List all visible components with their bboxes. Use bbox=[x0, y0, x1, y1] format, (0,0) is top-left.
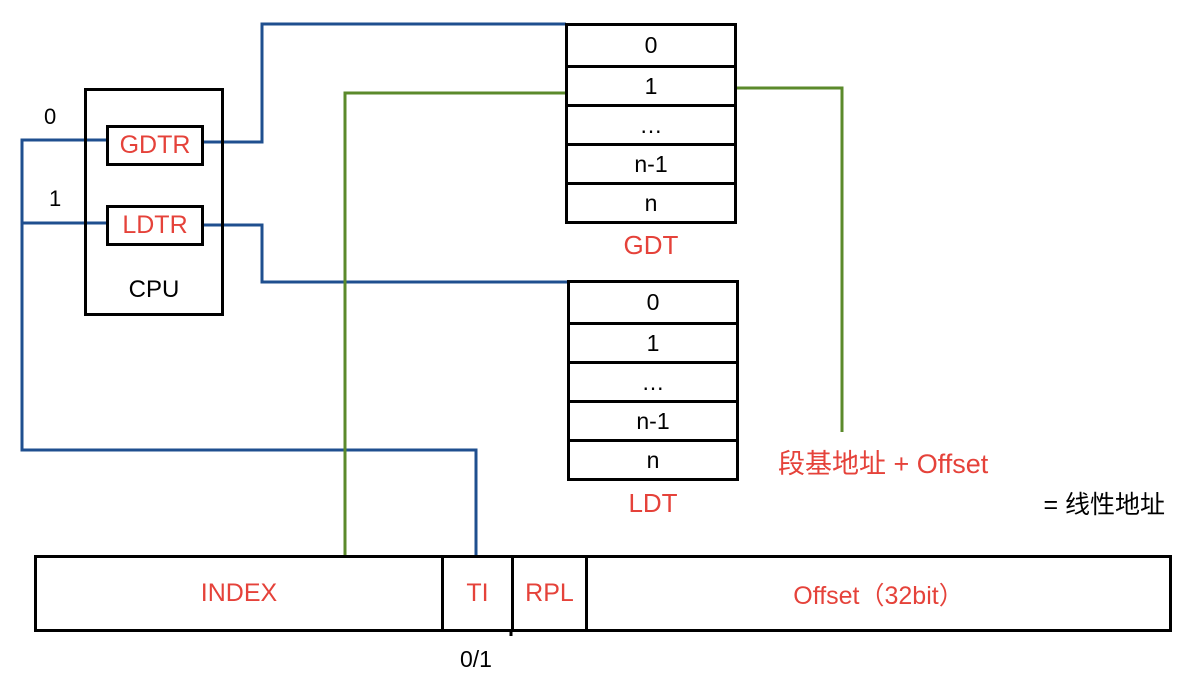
ldt-table: 0 1 … n-1 n bbox=[567, 280, 739, 481]
ldt-entry: n-1 bbox=[570, 400, 736, 439]
gdt-entry-to-address-line bbox=[736, 86, 844, 432]
gdt-entry: … bbox=[568, 104, 734, 143]
gdtr-select-value: 0 bbox=[44, 104, 57, 129]
ldt-entry: 1 bbox=[570, 322, 736, 361]
gdt-entry: 0 bbox=[644, 32, 658, 58]
segment-base-plus-offset-label: 段基地址 + Offset bbox=[778, 449, 989, 479]
gdtr-register: GDTR bbox=[106, 125, 204, 166]
offset-field: Offset（32bit） bbox=[585, 558, 1169, 629]
gdt-entry: n-1 bbox=[568, 143, 734, 182]
ldtr-to-ldt-line bbox=[203, 223, 568, 284]
index-to-gdt-entry-line bbox=[343, 91, 566, 556]
gdtr-to-gdt-line bbox=[203, 22, 566, 144]
ti-values-label: 0/1 bbox=[460, 645, 492, 672]
gdt-entry: 1 bbox=[568, 65, 734, 104]
ti-field: TI bbox=[441, 558, 511, 629]
ldtr-register: LDTR bbox=[106, 205, 204, 246]
gdt-label: GDT bbox=[623, 229, 679, 260]
index-field: INDEX bbox=[200, 579, 278, 607]
gdt-entry: n bbox=[568, 182, 734, 221]
cpu-label: CPU bbox=[128, 276, 180, 303]
gdt-table: 0 1 … n-1 n bbox=[565, 23, 737, 224]
ldt-label: LDT bbox=[628, 487, 678, 518]
linear-address-label: = 线性地址 bbox=[1043, 491, 1165, 519]
ldtr-select-value: 1 bbox=[49, 186, 62, 211]
logical-address-bar: INDEX TI RPL Offset（32bit） bbox=[34, 555, 1172, 632]
rpl-field: RPL bbox=[511, 558, 585, 629]
ldt-entry: 0 bbox=[646, 289, 660, 315]
ldt-entry: n bbox=[570, 439, 736, 478]
ldt-entry: … bbox=[570, 361, 736, 400]
